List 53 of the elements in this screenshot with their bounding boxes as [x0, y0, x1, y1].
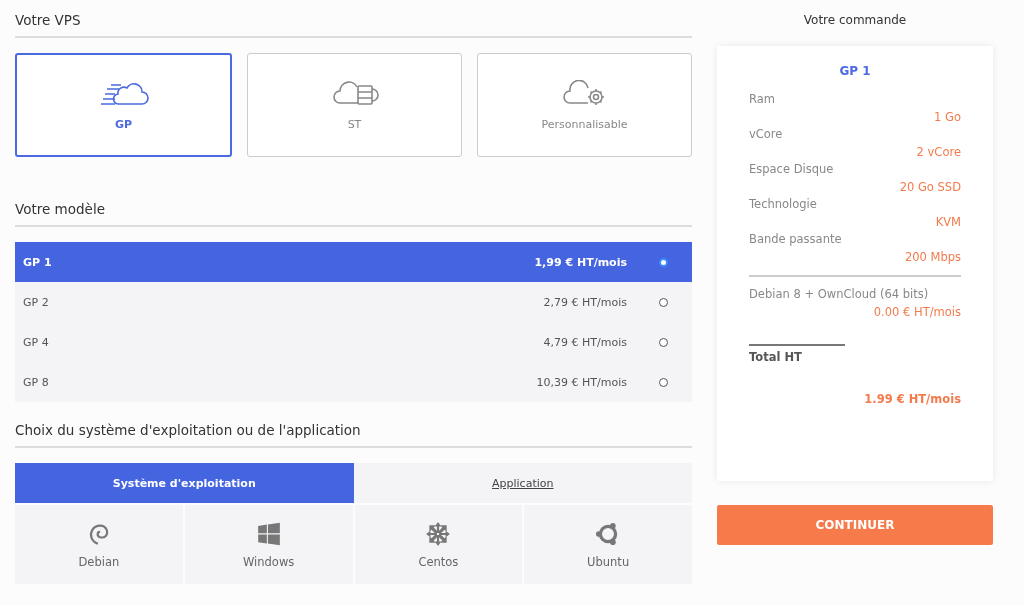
os-label: Centos [418, 554, 459, 569]
os-label: Windows [242, 554, 295, 569]
spec-value: 2 vCore [916, 145, 961, 159]
model-price: 2,79 € HT/mois [543, 295, 627, 309]
model-row[interactable]: GP 2 2,79 € HT/mois [15, 282, 692, 322]
model-name: GP 2 [23, 295, 50, 309]
model-row[interactable]: GP 4 4,79 € HT/mois [15, 322, 692, 362]
model-name: GP 1 [23, 255, 53, 269]
section-title: Votre VPS [15, 0, 692, 38]
vps-type-label: GP [114, 117, 133, 131]
vps-type-card[interactable]: Personnalisable [477, 53, 692, 157]
vps-type-card[interactable]: GP [15, 53, 232, 157]
windows-icon [255, 520, 282, 547]
option-price: 0.00 € HT/mois [873, 305, 961, 319]
tab[interactable]: Système d'exploitation [15, 463, 354, 503]
radio-button[interactable] [659, 257, 668, 267]
os-option[interactable]: Ubuntu [524, 505, 692, 584]
total-price: 1.99 € HT/mois [864, 392, 961, 406]
spec-value: 200 Mbps [904, 250, 961, 264]
total-label: Total HT [749, 350, 803, 364]
option-label: Debian 8 + OwnCloud (64 bits) [749, 287, 930, 301]
tab[interactable]: Application [353, 463, 692, 503]
spec-label: Bande passante [749, 232, 843, 246]
vps-type-label: Personnalisable [541, 117, 628, 131]
model-row[interactable]: GP 1 1,99 € HT/mois [15, 242, 692, 282]
spec-label: Ram [749, 92, 776, 106]
radio-button[interactable] [659, 377, 668, 387]
model-name: GP 4 [23, 335, 50, 349]
section-title: Choix du système d'exploitation ou de l'application [15, 410, 692, 448]
radio-button[interactable] [659, 297, 668, 307]
spec-value: 1 Go [934, 110, 961, 124]
spec-value: 20 Go SSD [899, 180, 961, 194]
centos-icon [425, 520, 452, 547]
model-price: 1,99 € HT/mois [534, 255, 627, 269]
radio-button[interactable] [659, 337, 668, 347]
plan-name: GP 1 [838, 64, 872, 78]
model-price: 4,79 € HT/mois [543, 335, 627, 349]
section-title: Votre modèle [15, 189, 692, 227]
vps-type-label: ST [347, 117, 362, 131]
os-label: Debian [78, 554, 120, 569]
model-price: 10,39 € HT/mois [536, 375, 627, 389]
vps-type-card[interactable]: ST [247, 53, 462, 157]
model-row[interactable]: GP 8 10,39 € HT/mois [15, 362, 692, 402]
os-option[interactable]: Debian [15, 505, 183, 584]
spec-label: Espace Disque [749, 162, 835, 176]
spec-value: KVM [935, 215, 961, 229]
order-title: Votre commande [802, 12, 908, 29]
os-label: Ubuntu [587, 554, 630, 569]
spec-label: Technologie [749, 197, 818, 211]
spec-label: vCore [749, 127, 784, 141]
os-option[interactable]: Windows [184, 505, 353, 584]
model-name: GP 8 [23, 375, 50, 389]
os-option[interactable]: Centos [354, 505, 523, 584]
